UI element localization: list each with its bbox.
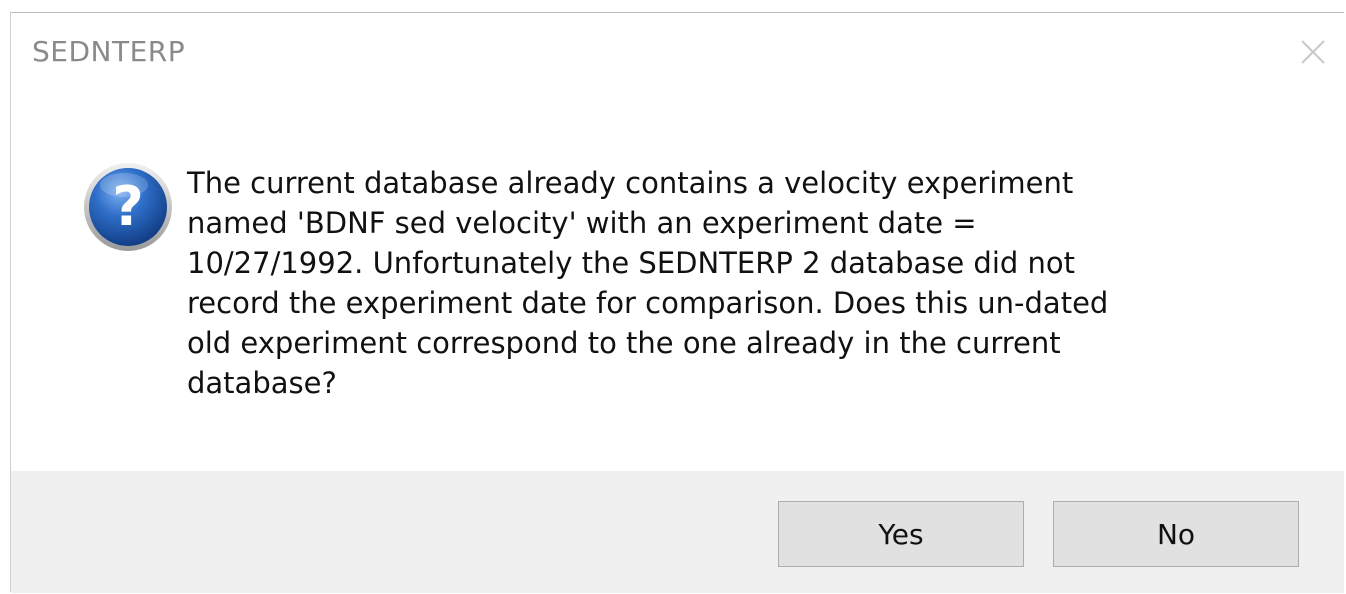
message-line: The current database already contains a … bbox=[187, 166, 1074, 200]
yes-button[interactable]: Yes bbox=[778, 501, 1024, 567]
message-line: old experiment correspond to the one alr… bbox=[187, 326, 1061, 360]
message-line: named 'BDNF sed velocity' with an experi… bbox=[187, 206, 977, 240]
dialog-content: ? The current database already contains … bbox=[11, 91, 1344, 471]
close-icon bbox=[1301, 40, 1325, 64]
button-bar: Yes No bbox=[11, 471, 1344, 593]
message-line: database? bbox=[187, 366, 337, 400]
question-icon: ? bbox=[82, 161, 174, 253]
background-strip bbox=[0, 0, 10, 594]
message-dialog: SEDNTERP ? The current database already … bbox=[10, 12, 1344, 593]
message-line: record the experiment date for compariso… bbox=[187, 286, 1109, 320]
message-line: 10/27/1992. Unfortunately the SEDNTERP 2… bbox=[187, 246, 1075, 280]
svg-text:?: ? bbox=[112, 175, 143, 238]
title-bar[interactable]: SEDNTERP bbox=[11, 13, 1344, 91]
no-button[interactable]: No bbox=[1053, 501, 1299, 567]
message-text: The current database already contains a … bbox=[187, 163, 1267, 403]
window-title: SEDNTERP bbox=[32, 35, 186, 68]
close-button[interactable] bbox=[1296, 35, 1330, 69]
